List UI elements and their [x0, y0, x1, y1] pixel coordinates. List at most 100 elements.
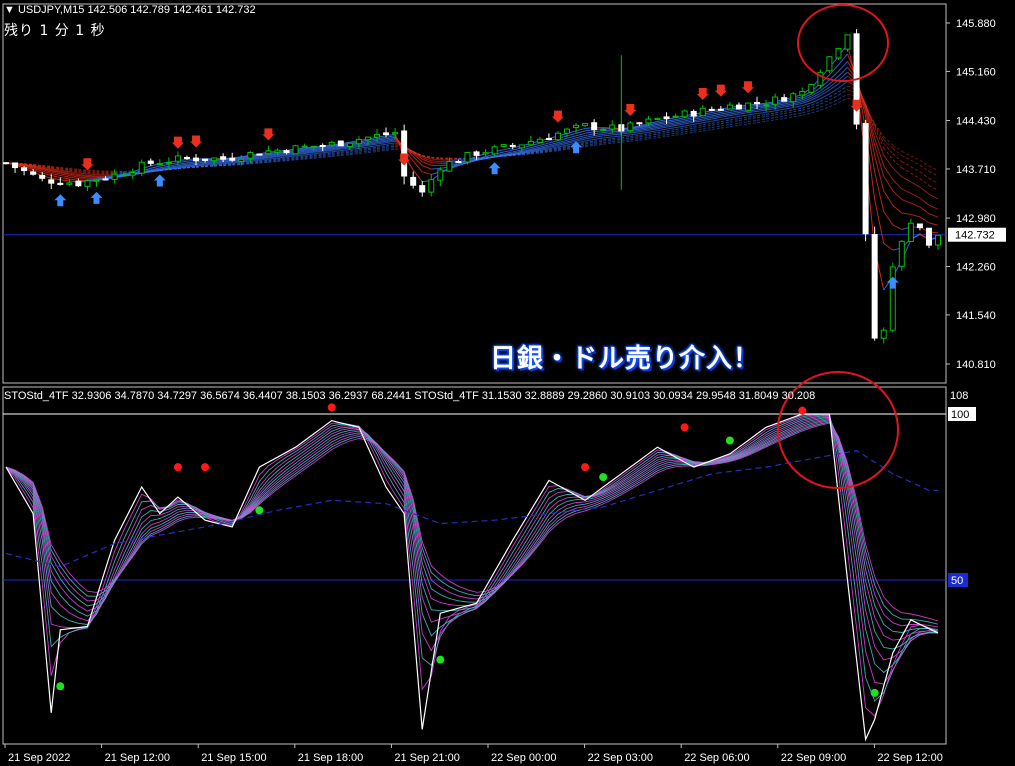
ma-ribbon-segment — [612, 137, 622, 140]
ma-ribbon-segment — [693, 130, 703, 133]
candle-body — [265, 150, 272, 155]
sell-dot — [680, 423, 689, 432]
ma-ribbon-segment — [784, 113, 794, 117]
candle-body — [862, 122, 869, 235]
ma-ribbon-segment — [205, 160, 215, 163]
ma-ribbon-segment — [784, 109, 794, 112]
ma-ribbon-segment — [594, 139, 604, 142]
candle-body — [889, 266, 896, 331]
ma-ribbon-segment — [729, 110, 740, 113]
chart-window[interactable]: 145.880 145.160 144.430 143.710 142.980 142.2… — [0, 0, 1015, 766]
sell-arrow-icon — [696, 87, 709, 100]
candle-body — [202, 158, 209, 161]
ma-ribbon-segment — [702, 126, 712, 130]
ma-ribbon-segment — [784, 116, 794, 119]
candle-body — [12, 162, 19, 169]
ma-ribbon-segment — [431, 160, 441, 163]
price-tick-label: 143.710 — [956, 164, 996, 176]
candle-body — [907, 222, 914, 243]
ma-ribbon-segment — [594, 140, 604, 143]
candle-body — [781, 97, 788, 102]
ma-ribbon-segment — [60, 179, 70, 182]
ma-ribbon-segment — [621, 134, 631, 137]
ma-ribbon-segment — [711, 119, 721, 122]
candle-body — [935, 234, 941, 246]
candle-body — [790, 93, 797, 103]
ma-ribbon-segment — [87, 174, 97, 177]
sell-arrow-icon — [262, 128, 275, 141]
ma-ribbon-segment — [838, 71, 848, 81]
ma-ribbon-segment — [205, 165, 215, 168]
ma-ribbon-segment — [756, 115, 767, 119]
ma-ribbon-segment — [883, 190, 894, 206]
ma-ribbon-segment — [612, 135, 622, 138]
candle-body — [383, 132, 390, 136]
candle-body — [573, 124, 580, 129]
ma-ribbon-segment — [883, 147, 894, 160]
ma-ribbon-segment — [358, 152, 368, 155]
ma-ribbon-segment — [829, 98, 839, 105]
candle-body — [916, 223, 923, 229]
sell-arrow-icon — [190, 135, 203, 148]
ma-ribbon-segment — [666, 128, 676, 132]
price-tick-label: 144.430 — [956, 116, 996, 128]
ma-ribbon-segment — [747, 122, 758, 125]
chart-canvas[interactable]: 145.880 145.160 144.430 143.710 142.980 142.2… — [0, 0, 1015, 766]
ma-ribbon-segment — [775, 108, 785, 112]
ma-ribbon-segment — [376, 145, 387, 148]
ma-ribbon-segment — [711, 125, 721, 128]
ma-ribbon-segment — [87, 169, 97, 172]
ma-ribbon-segment — [720, 117, 730, 121]
sell-dot — [201, 463, 210, 472]
ma-ribbon-segment — [711, 121, 721, 124]
ma-ribbon-segment — [331, 150, 341, 153]
candle-body — [373, 133, 380, 138]
buy-arrow-icon — [488, 162, 501, 175]
ma-ribbon-segment — [802, 109, 812, 114]
ma-ribbon-segment — [928, 213, 939, 218]
ma-ribbon-segment — [630, 139, 640, 142]
ma-ribbon-segment — [603, 139, 613, 142]
ma-ribbon-segment — [928, 177, 939, 184]
ma-ribbon-segment — [729, 118, 740, 121]
ma-ribbon-segment — [195, 166, 206, 168]
dropdown-triangle-icon[interactable]: ▼ — [4, 4, 15, 16]
candle-body — [274, 149, 281, 153]
ma-ribbon-segment — [765, 110, 776, 113]
ma-ribbon-segment — [892, 179, 903, 190]
ma-ribbon-segment — [684, 131, 694, 135]
candlestick-series — [3, 29, 941, 344]
candle-body — [880, 329, 887, 339]
ma-ribbon-segment — [766, 117, 776, 120]
current-price-label: 142.732 — [955, 230, 995, 242]
ma-ribbon-segment — [883, 142, 894, 155]
ma-ribbon-segment — [594, 133, 604, 137]
ma-ribbon-segment — [594, 142, 604, 145]
ma-ribbon-segment — [603, 142, 613, 145]
ma-ribbon-segment — [738, 123, 749, 126]
candle-body — [772, 96, 779, 105]
oscillator-panel — [5, 403, 939, 742]
buy-dot — [870, 688, 879, 697]
ma-ribbon-segment — [621, 139, 631, 142]
time-tick-label: 21 Sep 2022 — [8, 752, 70, 764]
candle-body — [763, 104, 770, 107]
candle-body — [120, 174, 127, 177]
ma-ribbon-segment — [657, 128, 667, 132]
ma-ribbon-segment — [747, 115, 758, 118]
ma-ribbon-segment — [793, 114, 803, 118]
ma-ribbon-segment — [910, 166, 921, 173]
candle-body — [292, 145, 299, 155]
ma-ribbon-segment — [621, 137, 631, 140]
candle-body — [446, 161, 453, 172]
time-tick-label: 22 Sep 03:00 — [588, 752, 653, 764]
candle-body — [156, 163, 163, 166]
ma-ribbon-segment — [756, 106, 767, 109]
ma-ribbon-segment — [612, 141, 622, 144]
ma-ribbon-segment — [747, 119, 758, 123]
ma-ribbon-segment — [747, 110, 758, 114]
candle-body — [220, 156, 227, 160]
candle-body — [211, 157, 218, 162]
ma-ribbon-segment — [738, 116, 749, 120]
candle-body — [473, 151, 480, 156]
